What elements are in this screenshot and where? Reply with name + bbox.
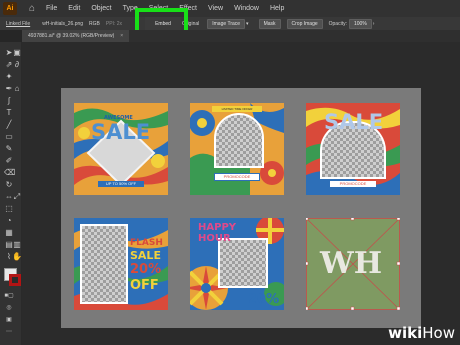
menu-edit[interactable]: Edit bbox=[68, 5, 80, 12]
opacity-chevron-icon[interactable]: › bbox=[373, 21, 375, 27]
card6-initials: WH bbox=[320, 246, 383, 281]
design-card-flash-sale[interactable]: FLASH SALE 20% OFF bbox=[74, 218, 168, 310]
menu-help[interactable]: Help bbox=[270, 5, 284, 12]
card3-sale-heading: SALE bbox=[324, 110, 384, 134]
opacity-input[interactable]: 100% bbox=[348, 18, 372, 29]
menu-window[interactable]: Window bbox=[234, 5, 259, 12]
tools-panel: ➤ ⇗ ✦ ✒ ∫ T ╱ ▭ ✎ ✐ ⌫ ↻ ⇔ ⬚ ◔ ▦ ▤ ⌇ ▣ ∂ … bbox=[0, 42, 22, 345]
card4-image-placeholder bbox=[80, 224, 128, 304]
free-transform-icon[interactable]: ⬚ bbox=[4, 204, 14, 213]
anchor-tool-icon[interactable]: ⌂ bbox=[12, 84, 22, 93]
perspective-grid-icon[interactable]: ▦ bbox=[4, 228, 14, 237]
rectangle-tool-icon[interactable]: ▭ bbox=[4, 132, 14, 141]
more-tools-icon[interactable]: ⋯ bbox=[4, 328, 14, 337]
card4-line3: 20% bbox=[130, 262, 162, 277]
watermark-wiki: wiki bbox=[388, 324, 423, 342]
artboard[interactable]: AWESOME SALE UP TO 50% OFF LIMITED TIME … bbox=[61, 88, 421, 328]
card2-top-banner: LIMITED TIME OFFER bbox=[212, 106, 262, 112]
design-card-wh-initials[interactable]: WH bbox=[306, 218, 400, 310]
screen-mode-icon[interactable]: ▣ bbox=[4, 316, 14, 325]
artboard-tool-icon[interactable]: ▣ bbox=[12, 48, 22, 57]
wikihow-watermark: wiki How bbox=[388, 324, 455, 342]
card2-promocode-pill: PROMOCODE bbox=[214, 173, 260, 181]
design-card-awesome-sale[interactable]: AWESOME SALE UP TO 50% OFF bbox=[74, 103, 168, 195]
chevron-down-icon[interactable]: ▾ bbox=[246, 21, 249, 27]
document-tab[interactable]: 4937881.ai* @ 39.02% (RGB/Preview) × bbox=[22, 30, 130, 42]
stroke-color-swatch[interactable] bbox=[9, 274, 21, 286]
card5-line1: HAPPY bbox=[198, 222, 237, 233]
scale-tool-icon[interactable]: ⤢ bbox=[12, 192, 22, 201]
color-mode: RGB bbox=[89, 20, 100, 27]
curvature-tool-icon[interactable]: ∫ bbox=[4, 96, 14, 105]
mesh-tool-icon[interactable]: ▥ bbox=[12, 240, 22, 249]
design-card-happy-hour[interactable]: HAPPY HOUR 20% bbox=[190, 218, 284, 310]
ppi-readout: PPI: 2x bbox=[105, 20, 123, 27]
color-mode-icons[interactable]: ■▢ bbox=[4, 292, 14, 301]
paintbrush-tool-icon[interactable]: ✎ bbox=[4, 144, 14, 153]
type-tool-icon[interactable]: T bbox=[4, 108, 14, 117]
design-card-limited-offer[interactable]: LIMITED TIME OFFER PROMOCODE bbox=[190, 103, 284, 195]
card5-percent: 20% bbox=[248, 292, 280, 307]
line-tool-icon[interactable]: ╱ bbox=[4, 120, 14, 129]
watermark-how: How bbox=[422, 324, 455, 342]
rotate-tool-icon[interactable]: ↻ bbox=[4, 180, 14, 189]
linked-filename: wH-initials_26.png bbox=[42, 20, 84, 27]
document-tab-bar: 4937881.ai* @ 39.02% (RGB/Preview) × bbox=[22, 30, 460, 42]
card4-line1: FLASH bbox=[130, 238, 163, 248]
shaper-tool-icon[interactable]: ✐ bbox=[4, 156, 14, 165]
close-icon[interactable]: × bbox=[120, 33, 123, 39]
menu-view[interactable]: View bbox=[208, 5, 223, 12]
crop-image-button[interactable]: Crop Image bbox=[286, 18, 323, 29]
control-bar: Linked File wH-initials_26.png RGB PPI: … bbox=[0, 17, 460, 30]
home-icon[interactable]: ⌂ bbox=[26, 3, 38, 15]
card1-discount-pill: UP TO 50% OFF bbox=[98, 181, 144, 187]
shape-builder-icon[interactable]: ◔ bbox=[4, 216, 14, 225]
card4-line2: SALE bbox=[130, 249, 161, 262]
document-tab-label: 4937881.ai* @ 39.02% (RGB/Preview) bbox=[28, 33, 115, 39]
card4-line4: OFF bbox=[130, 278, 159, 293]
image-trace-button[interactable]: Image Trace bbox=[207, 18, 246, 29]
illustrator-logo: Ai bbox=[3, 2, 17, 15]
menu-file[interactable]: File bbox=[46, 5, 57, 12]
illustrator-window: Ai ⌂ File Edit Object Type Select Effect… bbox=[0, 0, 460, 345]
menu-object[interactable]: Object bbox=[91, 5, 111, 12]
design-card-sale[interactable]: SALE PROMOCODE bbox=[306, 103, 400, 195]
card5-line2: HOUR bbox=[198, 233, 231, 244]
eraser-tool-icon[interactable]: ⌫ bbox=[4, 168, 15, 177]
card3-promocode-pill: PROMOCODE bbox=[330, 181, 376, 187]
opacity-label: Opacity: bbox=[328, 20, 347, 27]
card5-image-placeholder bbox=[218, 238, 268, 288]
canvas-area[interactable]: AWESOME SALE UP TO 50% OFF LIMITED TIME … bbox=[22, 42, 460, 345]
draw-mode-icon[interactable]: ◎ bbox=[4, 304, 14, 313]
card2-image-placeholder bbox=[214, 113, 264, 168]
card1-sale-heading: SALE bbox=[91, 120, 151, 144]
menu-bar: Ai ⌂ File Edit Object Type Select Effect… bbox=[0, 0, 460, 17]
linked-file-link[interactable]: Linked File bbox=[6, 21, 30, 27]
mask-button[interactable]: Mask bbox=[258, 18, 281, 29]
lasso-tool-icon[interactable]: ∂ bbox=[12, 60, 22, 69]
hand-tool-icon[interactable]: ✋ bbox=[12, 252, 22, 261]
magic-wand-icon[interactable]: ✦ bbox=[4, 72, 14, 81]
